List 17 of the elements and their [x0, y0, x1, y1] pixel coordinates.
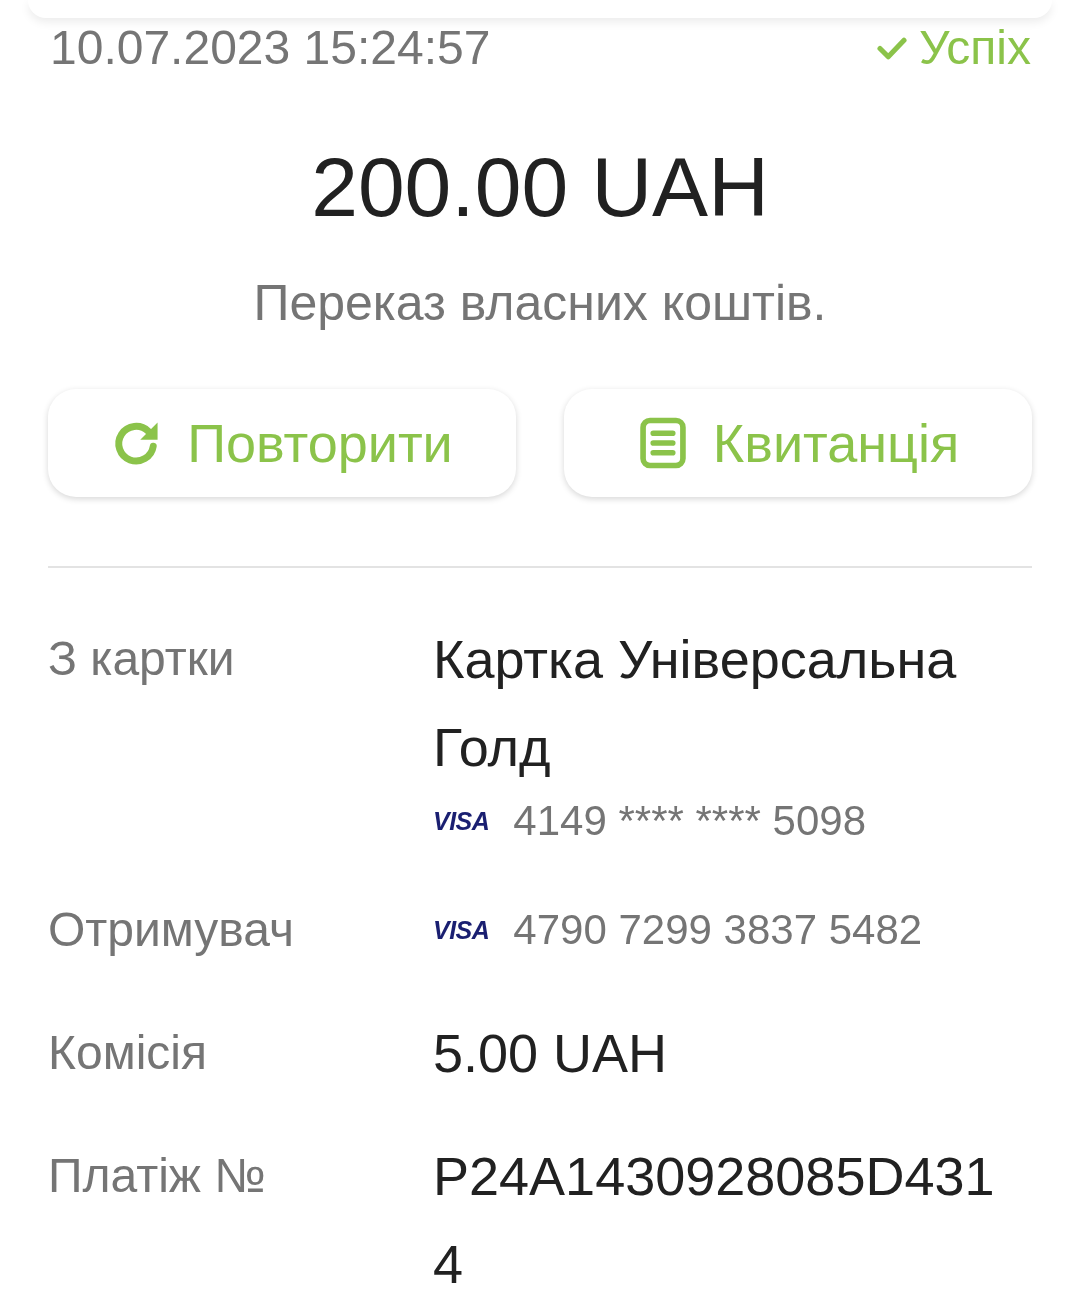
detail-label: Платіж №: [48, 1148, 267, 1204]
card-number: 4790 7299 3837 5482: [513, 906, 923, 954]
detail-value: Картка Універсальна Голд: [433, 628, 958, 779]
detail-label: Отримувач: [48, 902, 295, 958]
transaction-amount: 200.00 UAH: [310, 139, 770, 236]
card-number: 4149 **** **** 5098: [513, 797, 866, 845]
transaction-datetime: 10.07.2023 15:24:57: [50, 20, 491, 76]
detail-value: P24A1430928085D4314: [433, 1145, 996, 1296]
detail-label: З картки: [48, 631, 236, 687]
status-label: Успіх: [919, 20, 1031, 76]
action-button[interactable]: Повторити: [48, 389, 516, 497]
action-button[interactable]: Квитанція: [564, 389, 1032, 497]
detail-value: 5.00 UAH: [433, 1022, 669, 1085]
card-brand-logo: VISA: [433, 806, 490, 836]
card-brand-logo: VISA: [433, 915, 490, 945]
transaction-description: Переказ власних коштів.: [252, 274, 828, 333]
detail-label: Комісія: [48, 1025, 208, 1081]
